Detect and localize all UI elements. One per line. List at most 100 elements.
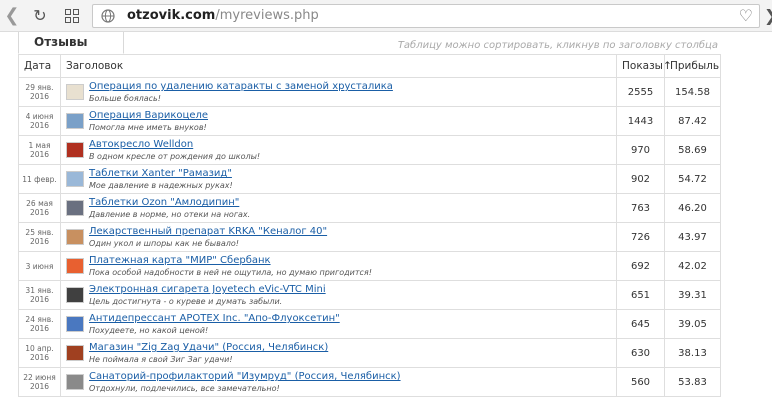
review-title-link[interactable]: Автокресло Welldon [89, 139, 193, 150]
review-views: 2555 [616, 77, 665, 107]
review-title-cell: Антидепрессант APOTEX Inc. "Апо-Флуоксет… [60, 309, 617, 339]
review-profit: 39.05 [664, 309, 721, 339]
table-row: 24 янв. 2016 Антидепрессант APOTEX Inc. "А… [18, 309, 721, 339]
review-date-year: 2016 [29, 150, 50, 159]
review-subtitle: Давление в норме, но отеки на ногах. [89, 210, 251, 219]
product-thumbnail[interactable] [66, 316, 84, 332]
review-title-link[interactable]: Платежная карта "МИР" Сбербанк [89, 255, 271, 266]
back-icon[interactable]: ❯ [2, 5, 22, 26]
column-header-title[interactable]: Заголовок [60, 54, 617, 78]
review-date-day: 10 апр. [25, 344, 54, 353]
product-thumbnail[interactable] [66, 200, 84, 216]
tab-reviews[interactable]: Отзывы [18, 32, 124, 54]
table-row: 26 мая 2016 Таблетки Ozon "Амлодипин" Давле… [18, 193, 721, 223]
product-thumbnail[interactable] [66, 374, 84, 390]
review-title-link[interactable]: Электронная сигарета Joyetech eVic-VTC M… [89, 284, 326, 295]
product-thumbnail[interactable] [66, 258, 84, 274]
review-title-cell: Платежная карта "МИР" Сбербанк Пока особо… [60, 251, 617, 281]
reviews-header: Отзывы Таблицу можно сортировать, кликну… [18, 32, 720, 55]
product-thumbnail[interactable] [66, 345, 84, 361]
review-profit: 53.83 [664, 367, 721, 397]
review-subtitle: Не поймала я свой Зиг Заг удачи! [89, 355, 233, 364]
review-subtitle: Пока особой надобности в ней не ощутила,… [89, 268, 372, 277]
sort-hint: Таблицу можно сортировать, кликнув по за… [397, 40, 718, 51]
review-views: 692 [616, 251, 665, 281]
url-text[interactable]: otzovik.com/myreviews.php [127, 8, 319, 24]
table-header-row: Дата Заголовок Показы↑ Прибыль [18, 54, 721, 78]
review-title-link[interactable]: Санаторий-профилакторий "Изумруд" (Росси… [89, 371, 401, 382]
bookmark-heart-icon[interactable]: ♡ [739, 7, 753, 25]
url-domain: otzovik.com [127, 8, 216, 23]
column-header-date[interactable]: Дата [18, 54, 61, 78]
review-subtitle: Цель достигнута - о куреве и думать забы… [89, 297, 283, 306]
product-thumbnail[interactable] [66, 171, 84, 187]
review-views: 645 [616, 309, 665, 339]
review-date-day: 11 февр. [22, 174, 57, 184]
review-date-day: 22 июня [23, 373, 56, 382]
column-header-views[interactable]: Показы↑ [616, 54, 672, 78]
review-date: 29 янв. 2016 [18, 77, 61, 107]
review-date: 1 мая 2016 [18, 135, 61, 165]
review-views: 763 [616, 193, 665, 223]
review-title-link[interactable]: Магазин "Zig Zag Удачи" (Россия, Челябин… [89, 342, 328, 353]
review-date: 31 янв. 2016 [18, 280, 61, 310]
browser-toolbar: ❯ ↻ otzovik.com/myreviews.php ♡ ❯ [0, 0, 772, 32]
product-thumbnail[interactable] [66, 142, 84, 158]
review-title-cell: Электронная сигарета Joyetech eVic-VTC M… [60, 280, 617, 310]
review-date: 4 июня 2016 [18, 106, 61, 136]
review-views: 970 [616, 135, 665, 165]
review-title-link[interactable]: Операция Варикоцеле [89, 110, 208, 121]
review-subtitle: Помогла мне иметь внуков! [89, 123, 207, 132]
table-row: 29 янв. 2016 Операция по удалению катаракт… [18, 77, 721, 107]
review-date-year: 2016 [29, 324, 50, 333]
review-date-year: 2016 [29, 353, 50, 362]
table-row: 4 июня 2016 Операция Варикоцеле Помогла мне… [18, 106, 721, 136]
table-row: 22 июня 2016 Санаторий-профилакторий "Изум… [18, 367, 721, 397]
apps-grid-icon[interactable] [62, 6, 82, 26]
review-title-cell: Операция по удалению катаракты с заменой… [60, 77, 617, 107]
review-date-day: 1 мая [28, 141, 51, 150]
reload-icon[interactable]: ↻ [30, 6, 50, 26]
review-views: 1443 [616, 106, 665, 136]
globe-icon [101, 9, 115, 23]
review-subtitle: В одном кресле от рождения до школы! [89, 152, 261, 161]
review-date-year: 2016 [29, 295, 50, 304]
review-title-link[interactable]: Таблетки Ozon "Амлодипин" [89, 197, 239, 208]
table-row: 25 янв. 2016 Лекарственный препарат KRKA "… [18, 222, 721, 252]
review-views: 726 [616, 222, 665, 252]
table-row: 3 июня Платежная карта "МИР" Сбербанк Пока… [18, 251, 721, 281]
table-row: 31 янв. 2016 Электронная сигарета Joyetech… [18, 280, 721, 310]
review-date: 22 июня 2016 [18, 367, 61, 397]
product-thumbnail[interactable] [66, 84, 84, 100]
review-profit: 87.42 [664, 106, 721, 136]
review-title-cell: Санаторий-профилакторий "Изумруд" (Росси… [60, 367, 617, 397]
review-date-year: 2016 [29, 121, 50, 130]
product-thumbnail[interactable] [66, 113, 84, 129]
review-title-link[interactable]: Антидепрессант APOTEX Inc. "Апо-Флуоксет… [89, 313, 340, 324]
review-subtitle: Похудеете, но какой ценой! [89, 326, 209, 335]
product-thumbnail[interactable] [66, 229, 84, 245]
address-bar[interactable]: otzovik.com/myreviews.php ♡ [92, 4, 760, 28]
review-views: 651 [616, 280, 665, 310]
column-header-profit[interactable]: Прибыль [664, 54, 721, 78]
review-date-day: 3 июня [25, 261, 54, 271]
review-title-link[interactable]: Лекарственный препарат KRKA "Кеналог 40" [89, 226, 327, 237]
review-profit: 43.97 [664, 222, 721, 252]
review-views: 560 [616, 367, 665, 397]
product-thumbnail[interactable] [66, 287, 84, 303]
review-date-day: 26 мая [26, 199, 53, 208]
forward-icon[interactable]: ❯ [764, 6, 772, 25]
review-title-cell: Магазин "Zig Zag Удачи" (Россия, Челябин… [60, 338, 617, 368]
review-profit: 58.69 [664, 135, 721, 165]
table-row: 11 февр. Таблетки Xanter "Рамазид" Мое дав… [18, 164, 721, 194]
review-profit: 46.20 [664, 193, 721, 223]
review-date: 26 мая 2016 [18, 193, 61, 223]
review-date-day: 25 янв. [25, 228, 54, 237]
review-profit: 42.02 [664, 251, 721, 281]
review-date-day: 24 янв. [25, 315, 54, 324]
review-title-link[interactable]: Таблетки Xanter "Рамазид" [89, 168, 232, 179]
review-date-year: 2016 [29, 92, 50, 101]
table-row: 1 мая 2016 Автокресло Welldon В одном кресл… [18, 135, 721, 165]
review-title-link[interactable]: Операция по удалению катаракты с заменой… [89, 81, 393, 92]
review-subtitle: Мое давление в надежных руках! [89, 181, 233, 190]
